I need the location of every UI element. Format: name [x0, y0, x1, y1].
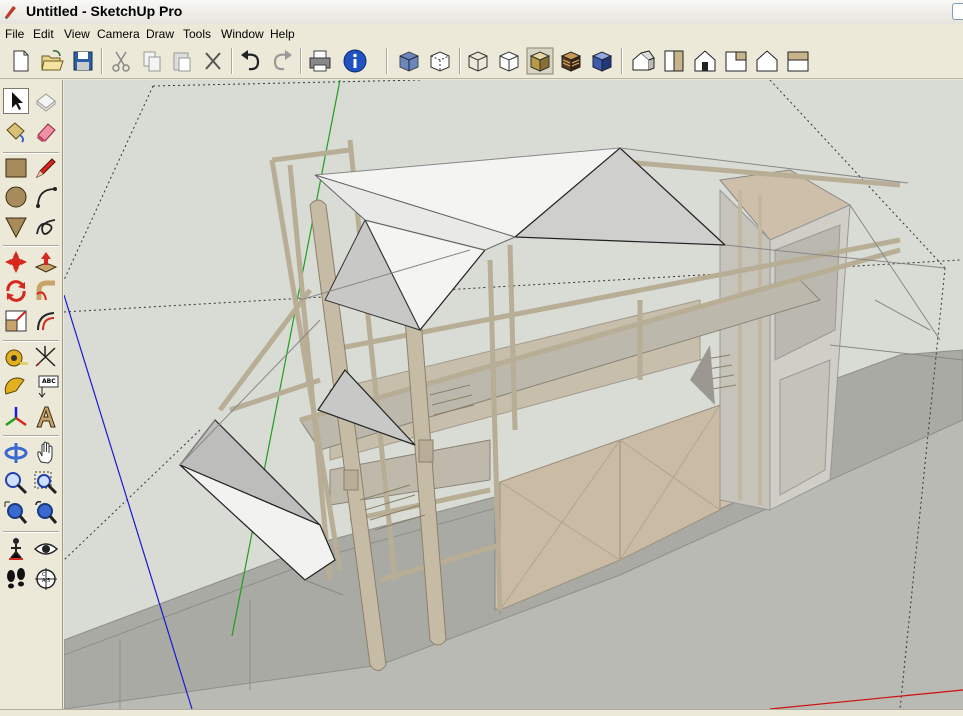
move-icon[interactable] — [3, 249, 29, 275]
text-icon[interactable]: ABC — [33, 374, 59, 400]
toolbar-separator — [300, 48, 302, 74]
toolbar-separator — [101, 48, 103, 74]
toolbar-separator — [386, 48, 388, 74]
window-title: Untitled - SketchUp Pro — [26, 3, 183, 19]
eraser-icon[interactable] — [33, 118, 59, 144]
dimension-icon[interactable] — [33, 344, 59, 370]
model-info-icon[interactable] — [341, 47, 369, 75]
push-pull-icon[interactable] — [33, 249, 59, 275]
zoom-icon[interactable] — [3, 470, 29, 496]
tool-separator — [3, 340, 59, 342]
rectangle-icon[interactable] — [3, 155, 29, 181]
model-viewport[interactable] — [64, 80, 963, 709]
copy-icon[interactable] — [138, 47, 166, 75]
protractor-icon[interactable] — [3, 374, 29, 400]
section-plane-icon[interactable]: C A-5 — [33, 566, 59, 592]
large-tool-set: ABC C A-5 — [0, 80, 63, 716]
scale-icon[interactable] — [3, 308, 29, 334]
polygon-icon[interactable] — [3, 214, 29, 240]
pencil-icon[interactable] — [33, 155, 59, 181]
shaded-textures-icon[interactable] — [557, 47, 585, 75]
status-bar — [0, 709, 963, 716]
tool-separator — [3, 245, 59, 247]
menu-edit[interactable]: Edit — [33, 27, 54, 41]
look-around-icon[interactable] — [33, 536, 59, 562]
section-plane-label: C A-5 — [42, 572, 51, 584]
position-camera-icon[interactable] — [3, 536, 29, 562]
new-icon[interactable] — [7, 47, 35, 75]
paste-icon[interactable] — [168, 47, 196, 75]
menu-camera[interactable]: Camera — [97, 27, 140, 41]
right-view-icon[interactable] — [722, 47, 750, 75]
menu-view[interactable]: View — [64, 27, 90, 41]
3d-text-icon[interactable] — [33, 404, 59, 430]
text-tool-label: ABC — [42, 378, 56, 385]
menu-file[interactable]: File — [5, 27, 24, 41]
arc-icon[interactable] — [33, 184, 59, 210]
menu-tools[interactable]: Tools — [183, 27, 211, 41]
toolbar-separator — [621, 48, 623, 74]
zoom-window-icon[interactable] — [33, 470, 59, 496]
window-button[interactable] — [952, 3, 963, 20]
toolbar-separator — [459, 48, 461, 74]
back-edges-icon[interactable] — [426, 47, 454, 75]
offset-icon[interactable] — [33, 308, 59, 334]
shaded-icon[interactable] — [526, 47, 554, 75]
orbit-icon[interactable] — [3, 440, 29, 466]
menu-draw[interactable]: Draw — [146, 27, 174, 41]
circle-icon[interactable] — [3, 184, 29, 210]
undo-icon[interactable] — [237, 47, 265, 75]
monochrome-icon[interactable] — [588, 47, 616, 75]
paint-bucket-icon[interactable] — [3, 118, 29, 144]
select-icon[interactable] — [3, 88, 29, 114]
xray-icon[interactable] — [395, 47, 423, 75]
top-view-icon[interactable] — [660, 47, 688, 75]
walk-icon[interactable] — [3, 566, 29, 592]
zoom-extents-icon[interactable] — [3, 500, 29, 526]
main-toolbar — [0, 44, 963, 79]
cut-icon[interactable] — [107, 47, 135, 75]
wireframe-icon[interactable] — [464, 47, 492, 75]
freehand-icon[interactable] — [33, 214, 59, 240]
title-bar: Untitled - SketchUp Pro — [0, 0, 963, 25]
axes-icon[interactable] — [3, 404, 29, 430]
open-icon[interactable] — [38, 47, 66, 75]
tool-separator — [3, 152, 59, 154]
save-icon[interactable] — [69, 47, 97, 75]
follow-me-icon[interactable] — [33, 278, 59, 304]
make-component-icon[interactable] — [33, 88, 59, 114]
erase-icon[interactable] — [199, 47, 227, 75]
tool-separator — [3, 435, 59, 437]
left-view-icon[interactable] — [784, 47, 812, 75]
print-icon[interactable] — [306, 47, 334, 75]
menu-window[interactable]: Window — [221, 27, 264, 41]
scene-drawing — [64, 80, 963, 709]
back-view-icon[interactable] — [753, 47, 781, 75]
iso-view-icon[interactable] — [629, 47, 657, 75]
tape-measure-icon[interactable] — [3, 344, 29, 370]
sketchup-app-icon — [5, 6, 16, 19]
menu-bar: File Edit View Camera Draw Tools Window … — [0, 24, 963, 44]
hidden-line-icon[interactable] — [495, 47, 523, 75]
front-view-icon[interactable] — [691, 47, 719, 75]
previous-view-icon[interactable] — [33, 500, 59, 526]
toolbar-separator — [231, 48, 233, 74]
pan-icon[interactable] — [33, 440, 59, 466]
menu-help[interactable]: Help — [270, 27, 295, 41]
redo-icon[interactable] — [268, 47, 296, 75]
tool-separator — [3, 531, 59, 533]
rotate-icon[interactable] — [3, 278, 29, 304]
